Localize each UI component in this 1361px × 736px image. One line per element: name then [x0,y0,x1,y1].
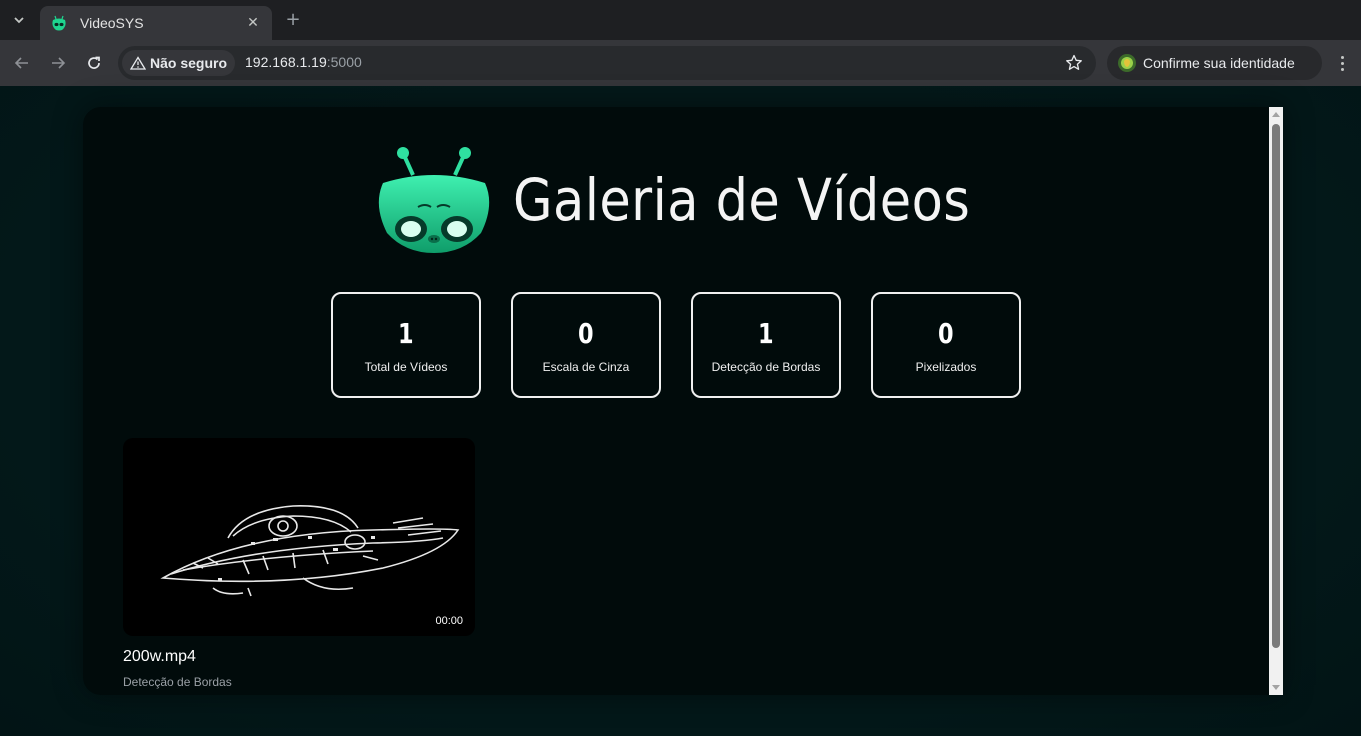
scrollbar[interactable] [1269,107,1283,695]
forward-button[interactable] [44,49,72,77]
stat-value: 1 [758,316,774,350]
stat-card-edge-detection: 1 Detecção de Bordas [691,292,841,398]
profile-avatar-icon [1118,54,1136,72]
url-host: 192.168.1.19 [245,54,327,70]
chevron-down-icon [14,17,24,24]
browser-toolbar: Não seguro 192.168.1.19:5000 Confirme su… [0,40,1361,86]
security-chip[interactable]: Não seguro [122,50,236,76]
bookmark-star-button[interactable] [1064,53,1084,73]
ufo-edge-thumbnail-icon [160,505,460,597]
star-icon [1066,54,1082,70]
page-title: Galeria de Vídeos [513,166,971,234]
tab-strip: VideoSYS ✕ + [0,0,1361,40]
url-text[interactable]: 192.168.1.19:5000 [245,54,362,70]
stat-card-grayscale: 0 Escala de Cinza [511,292,661,398]
stat-value: 0 [578,316,594,350]
alien-favicon-icon [50,14,68,32]
stat-label: Detecção de Bordas [711,359,821,374]
arrow-left-icon [14,57,28,69]
stat-label: Total de Vídeos [364,359,448,374]
tab-search-button[interactable] [6,8,32,32]
browser-tab[interactable]: VideoSYS ✕ [40,6,272,40]
alien-icon [378,147,490,253]
video-name[interactable]: 200w.mp4 [123,648,475,666]
page-header: Galeria de Vídeos [373,145,1033,255]
reload-button[interactable] [80,49,108,77]
security-label: Não seguro [150,55,228,71]
stat-value: 1 [398,316,414,350]
video-card[interactable]: 00:00 200w.mp4 Detecção de Bordas [123,438,475,689]
video-thumbnail[interactable]: 00:00 [123,438,475,636]
stat-value: 0 [938,316,954,350]
back-button[interactable] [8,49,36,77]
profile-label: Confirme sua identidade [1143,55,1295,71]
page-viewport: Galeria de Vídeos 1 Total de Vídeos 0 Es… [0,86,1361,736]
reload-icon [88,56,100,69]
stat-card-pixelated: 0 Pixelizados [871,292,1021,398]
address-bar[interactable]: Não seguro 192.168.1.19:5000 [118,46,1096,80]
video-duration: 00:00 [435,615,463,627]
plus-icon[interactable]: + [281,9,305,31]
close-icon[interactable]: ✕ [244,15,262,31]
scroll-down-arrow-icon[interactable] [1272,685,1280,690]
stat-label: Escala de Cinza [542,359,630,374]
stat-card-total: 1 Total de Vídeos [331,292,481,398]
url-port: :5000 [326,54,362,70]
browser-menu-button[interactable] [1331,52,1353,74]
gallery-container: Galeria de Vídeos 1 Total de Vídeos 0 Es… [83,107,1283,695]
video-filter-label: Detecção de Bordas [123,675,232,689]
warning-icon [130,56,146,70]
stat-label: Pixelizados [915,359,977,374]
scroll-thumb[interactable] [1272,124,1280,648]
profile-button[interactable]: Confirme sua identidade [1107,46,1322,80]
stats-row: 1 Total de Vídeos 0 Escala de Cinza 1 De… [331,292,1021,398]
tab-title: VideoSYS [80,15,144,31]
scroll-up-arrow-icon[interactable] [1272,112,1280,117]
arrow-right-icon [52,57,66,69]
